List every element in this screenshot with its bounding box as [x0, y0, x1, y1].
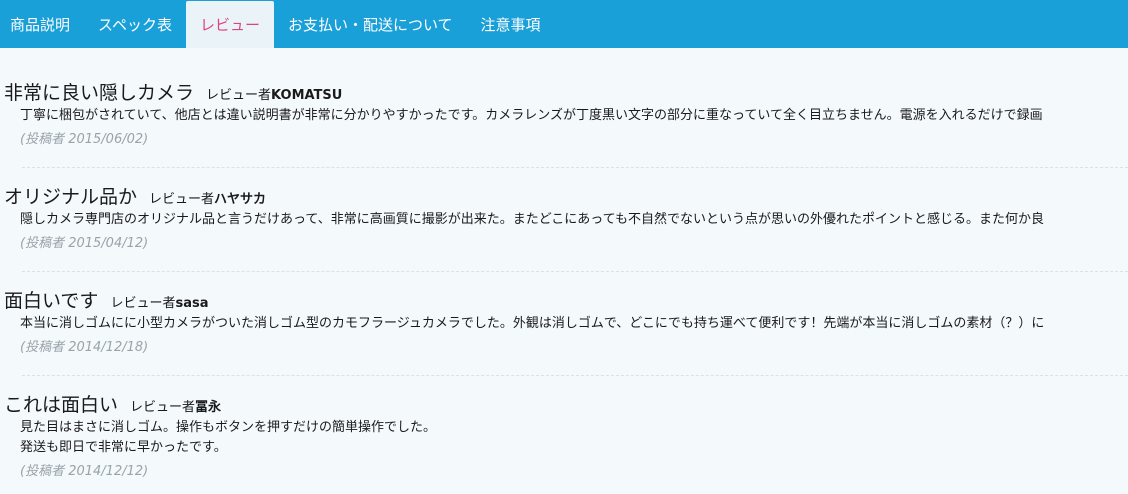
review-body: 丁寧に梱包がされていて、他店とは違い説明書が非常に分かりやすかったです。カメラレ…	[20, 108, 1043, 123]
tab-spec-table[interactable]: スペック表	[84, 0, 186, 48]
reviewer-prefix: レビュー者	[206, 88, 272, 103]
tab-product-description[interactable]: 商品説明	[0, 0, 84, 48]
reviewer-prefix: レビュー者	[110, 296, 176, 311]
reviewer-label: レビュー者KOMATSU	[206, 84, 342, 103]
review-date: (投稿者 2014/12/12)	[20, 464, 149, 479]
reviewer-name: ハヤサカ	[214, 192, 267, 207]
reviewer-prefix: レビュー者	[149, 192, 215, 207]
reviewer-label: レビュー者冨永	[130, 396, 221, 415]
reviewer-name: 冨永	[195, 400, 222, 415]
review-title: 面白いです	[4, 290, 99, 312]
tab-notes[interactable]: 注意事項	[467, 0, 555, 48]
review-title: オリジナル品か	[4, 186, 138, 208]
review-date: (投稿者 2015/04/12)	[20, 236, 149, 251]
review-item: 面白いです レビュー者sasa 本当に消しゴムにに小型カメラがついた消しゴム型の…	[4, 286, 1128, 390]
reviewer-name: KOMATSU	[271, 88, 343, 103]
review-body: 隠しカメラ専門店のオリジナル品と言うだけあって、非常に高画質に撮影が出来た。また…	[20, 212, 1045, 227]
reviewer-label: レビュー者ハヤサカ	[149, 188, 266, 207]
review-item: これは面白い レビュー者冨永 見た目はまさに消しゴム。操作もボタンを押すだけの簡…	[4, 390, 1128, 494]
review-divider	[22, 375, 1128, 376]
review-item: 非常に良い隠しカメラ レビュー者KOMATSU 丁寧に梱包がされていて、他店とは…	[4, 78, 1128, 182]
review-item: オリジナル品か レビュー者ハヤサカ 隠しカメラ専門店のオリジナル品と言うだけあっ…	[4, 182, 1128, 286]
tab-payment-shipping[interactable]: お支払い・配送について	[274, 0, 467, 48]
review-divider	[22, 271, 1128, 272]
reviewer-name: sasa	[175, 296, 209, 311]
review-title: これは面白い	[4, 394, 119, 416]
review-list: 非常に良い隠しカメラ レビュー者KOMATSU 丁寧に梱包がされていて、他店とは…	[0, 48, 1128, 494]
review-divider	[22, 167, 1128, 168]
reviewer-label: レビュー者sasa	[110, 292, 208, 311]
review-date: (投稿者 2015/06/02)	[20, 132, 149, 147]
reviewer-prefix: レビュー者	[130, 400, 196, 415]
review-body: 発送も即日で非常に早かったです。	[20, 440, 227, 455]
tab-reviews[interactable]: レビュー	[185, 1, 274, 48]
review-body: 見た目はまさに消しゴム。操作もボタンを押すだけの簡単操作でした。	[20, 420, 437, 435]
review-body: 本当に消しゴムにに小型カメラがついた消しゴム型のカモフラージュカメラでした。外観…	[20, 316, 1045, 331]
review-title: 非常に良い隠しカメラ	[4, 82, 195, 104]
tab-bar: 商品説明 スペック表 レビュー お支払い・配送について 注意事項	[0, 0, 1128, 48]
review-date: (投稿者 2014/12/18)	[20, 340, 149, 355]
